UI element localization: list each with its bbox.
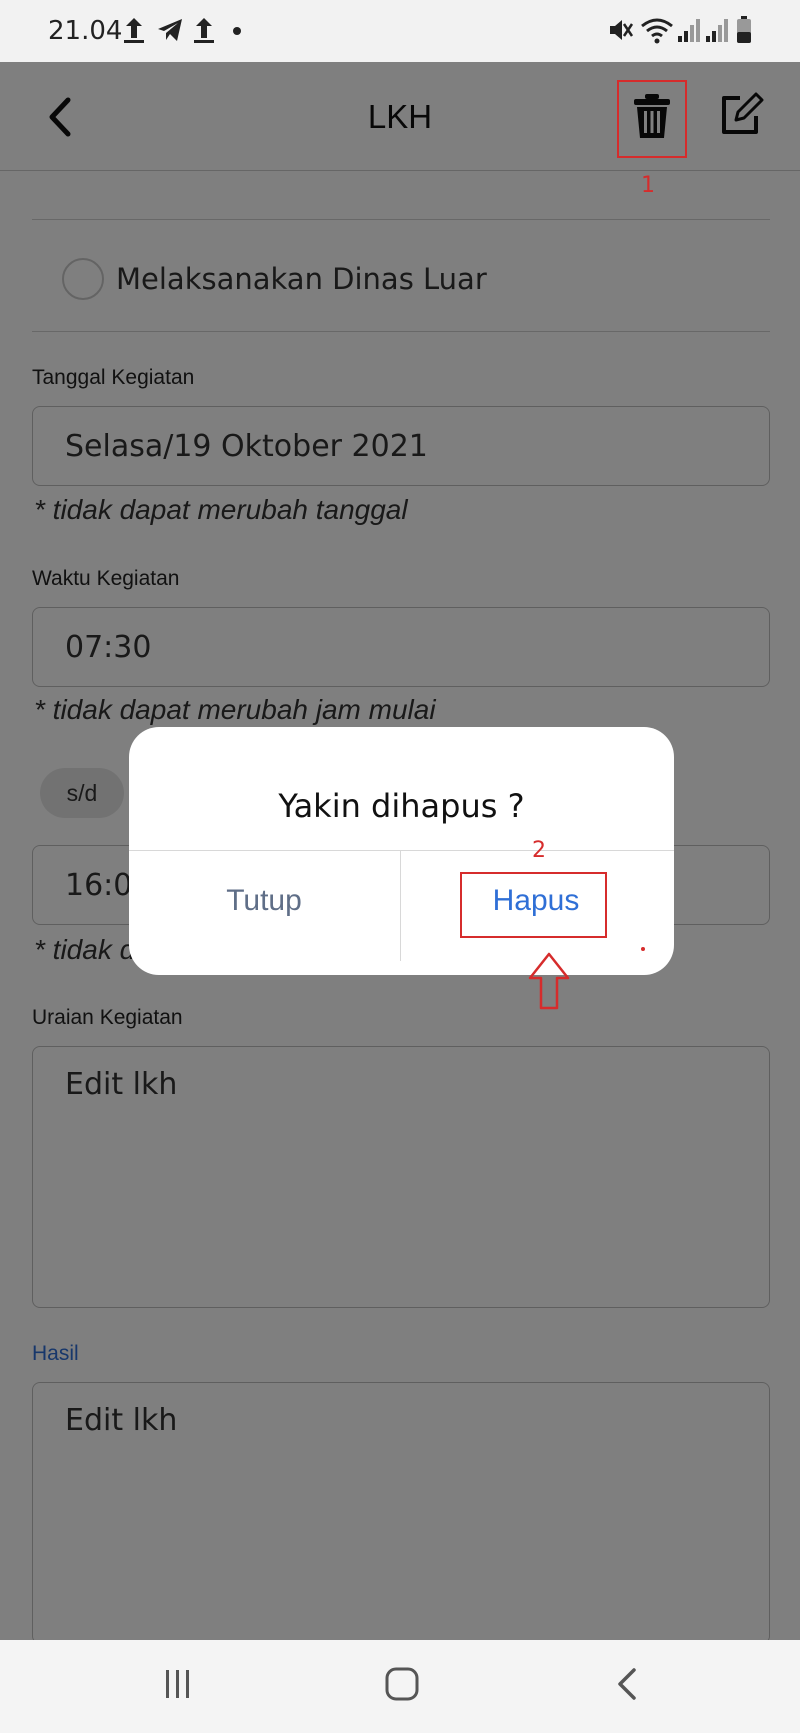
annotation-box-delete [617, 80, 687, 158]
signal-icon [678, 19, 700, 42]
arrow-up-icon [528, 952, 570, 1010]
mute-icon [610, 20, 634, 40]
telegram-icon [158, 19, 182, 41]
status-time: 21.04 [48, 16, 123, 46]
dialog-button-divider [400, 851, 401, 961]
back-nav-icon[interactable] [612, 1664, 644, 1704]
system-nav-bar [0, 1640, 800, 1733]
upload-icon [124, 18, 144, 43]
status-bar: 21.04 [0, 0, 800, 62]
dialog-divider [129, 850, 674, 851]
dialog-title: Yakin dihapus ? [278, 787, 525, 825]
signal-icon [706, 19, 728, 42]
recent-apps-icon[interactable] [162, 1664, 194, 1704]
dot-icon [233, 27, 241, 35]
upload-icon [194, 18, 214, 43]
cancel-button[interactable]: Tutup [164, 884, 364, 918]
annotation-step-1: 1 [641, 173, 655, 198]
annotation-dot [641, 947, 645, 951]
home-icon[interactable] [384, 1664, 420, 1704]
wifi-icon [641, 18, 673, 44]
battery-icon [737, 16, 751, 43]
annotation-box-hapus [460, 872, 607, 938]
annotation-step-2: 2 [532, 838, 546, 863]
